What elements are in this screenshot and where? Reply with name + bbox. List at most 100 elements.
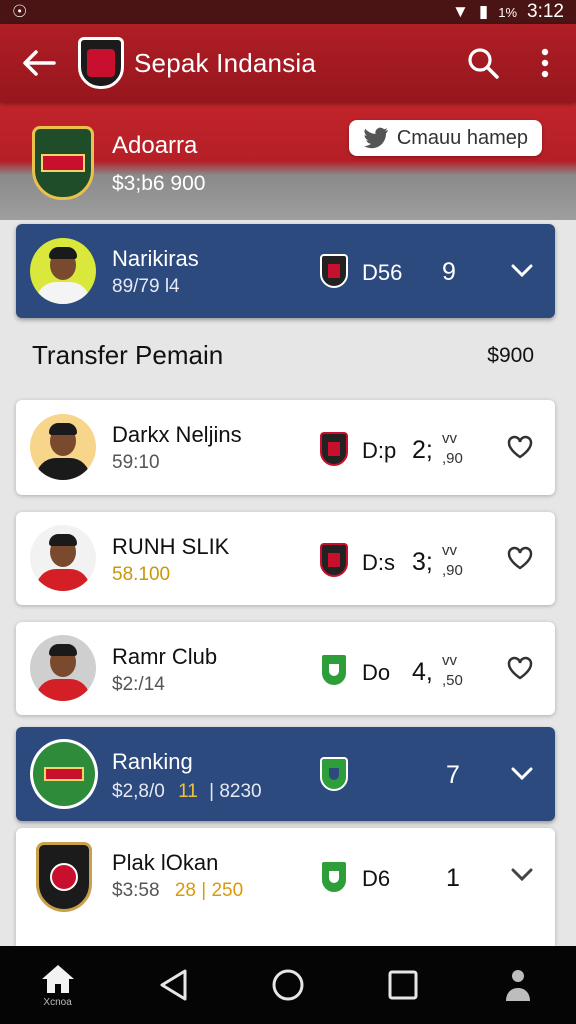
stat-top: vv — [442, 430, 457, 447]
back-arrow-icon — [23, 50, 56, 76]
player-position: D:p — [362, 438, 397, 463]
club-crest-icon — [320, 757, 348, 791]
player-name: Darkx Neljins — [112, 422, 242, 447]
section-title: Transfer Pemain — [32, 340, 224, 370]
club-crest-icon — [320, 653, 348, 687]
team-banner: Adoarra $3;b6 900 Cmauu hamep — [0, 102, 576, 220]
nav-back-button[interactable] — [133, 946, 213, 1024]
player-name: RUNH SLIK — [112, 534, 230, 559]
bird-icon — [363, 127, 388, 149]
expand-button[interactable] — [507, 860, 537, 890]
wifi-icon: ▼ — [452, 2, 469, 21]
chevron-down-icon — [511, 868, 533, 882]
clock: 3:12 — [527, 1, 564, 22]
avatar — [30, 238, 96, 304]
stat-top: vv — [442, 542, 457, 559]
notification-icon: ☉ — [12, 2, 28, 21]
triangle-back-icon — [160, 969, 187, 1001]
section-value: $900 — [487, 344, 534, 367]
club-crest-icon — [320, 432, 348, 466]
player-price: $2:/14 — [112, 674, 165, 695]
heart-icon — [507, 546, 533, 570]
transfer-row[interactable]: Ramr Club $2:/14 Do 4, vv ,50 — [16, 622, 555, 715]
search-button[interactable] — [452, 24, 514, 102]
signal-icon: ▮ — [478, 2, 489, 21]
nav-home-circle-button[interactable] — [248, 946, 328, 1024]
ranking-sub-extra: | 8230 — [209, 781, 262, 802]
club-crest-icon — [320, 860, 348, 894]
share-button[interactable]: Cmauu hamep — [348, 120, 542, 156]
favorite-button[interactable] — [505, 432, 535, 462]
team-crest-icon — [32, 126, 94, 200]
club-sub-value: $3:58 — [112, 880, 160, 901]
transfer-row[interactable]: RUNH SLIK 58.100 D:s 3; vv ,90 — [16, 512, 555, 605]
stat-bottom: ,50 — [442, 672, 463, 689]
home-icon — [41, 964, 74, 993]
player-number: 2; — [412, 436, 433, 464]
player-position: D56 — [362, 260, 403, 285]
ranking-sub-highlight: 11 — [178, 781, 198, 802]
team-name: Adoarra — [112, 132, 198, 159]
stat-top: vv — [442, 652, 457, 669]
avatar — [30, 635, 96, 701]
share-label: Cmauu hamep — [396, 126, 528, 149]
square-recents-icon — [388, 970, 418, 1000]
back-button[interactable] — [0, 24, 78, 102]
transfer-row[interactable]: Darkx Neljins 59:10 D:p 2; vv ,90 — [16, 400, 555, 495]
club-row[interactable]: Plak lOkan $3:58 28 | 250 D6 1 — [16, 828, 555, 946]
chevron-down-icon — [511, 264, 533, 278]
circle-home-icon — [272, 969, 304, 1001]
ranking-crest-icon — [30, 739, 98, 809]
ranking-row[interactable]: Ranking $2,8/0 11 | 8230 7 — [16, 727, 555, 821]
player-position: Do — [362, 660, 391, 685]
favorite-button[interactable] — [505, 543, 535, 573]
player-sub: 89/79 l4 — [112, 276, 180, 297]
stat-bottom: ,90 — [442, 562, 463, 579]
avatar — [30, 525, 96, 591]
app-bar: Sepak Indansia — [0, 24, 576, 102]
app-title: Sepak Indansia — [134, 47, 317, 78]
player-price: 58.100 — [112, 564, 171, 585]
club-position: D6 — [362, 866, 391, 891]
chevron-down-icon — [511, 767, 533, 781]
app-logo — [78, 37, 124, 89]
search-icon — [468, 48, 499, 79]
battery-percent: 1% — [498, 4, 518, 20]
nav-recents-button[interactable] — [363, 946, 443, 1024]
favorite-button[interactable] — [505, 653, 535, 683]
club-crest-large-icon — [36, 842, 92, 912]
ranking-sub-value: $2,8/0 — [112, 781, 165, 802]
ranking-number: 7 — [446, 761, 460, 789]
club-crest-icon — [320, 543, 348, 577]
nav-home-button[interactable]: Xcnoa — [18, 946, 98, 1024]
player-number: 3; — [412, 548, 433, 576]
heart-icon — [507, 656, 533, 680]
person-icon — [506, 970, 531, 1001]
navigation-bar: Xcnoa — [0, 946, 576, 1024]
player-name: Ramr Club — [112, 644, 218, 669]
team-value: $3;b6 900 — [112, 172, 206, 195]
stat-bottom: ,90 — [442, 450, 463, 467]
player-position: D:s — [362, 550, 395, 575]
club-name: Plak lOkan — [112, 850, 219, 875]
player-price: 59:10 — [112, 452, 160, 473]
expand-button[interactable] — [507, 759, 537, 789]
status-bar: ☉ ▼ ▮ 1% 3:12 — [0, 0, 576, 24]
player-name: Narikiras — [112, 246, 199, 271]
avatar — [30, 414, 96, 480]
more-options-button[interactable] — [514, 24, 576, 102]
nav-home-label: Xcnoa — [43, 996, 72, 1008]
heart-icon — [507, 435, 533, 459]
nav-profile-button[interactable] — [478, 946, 558, 1024]
expand-button[interactable] — [507, 256, 537, 286]
club-number: 1 — [446, 864, 460, 892]
player-number: 9 — [442, 258, 456, 286]
club-crest-icon — [320, 254, 348, 288]
ranking-sub: $2,8/0 11 | 8230 — [112, 781, 262, 803]
more-vertical-icon — [541, 48, 549, 78]
featured-player-row[interactable]: Narikiras 89/79 l4 D56 9 — [16, 224, 555, 318]
ranking-label: Ranking — [112, 749, 193, 774]
club-sub: $3:58 28 | 250 — [112, 880, 243, 902]
player-number: 4, — [412, 658, 433, 686]
club-sub-highlight: 28 | 250 — [174, 880, 244, 901]
